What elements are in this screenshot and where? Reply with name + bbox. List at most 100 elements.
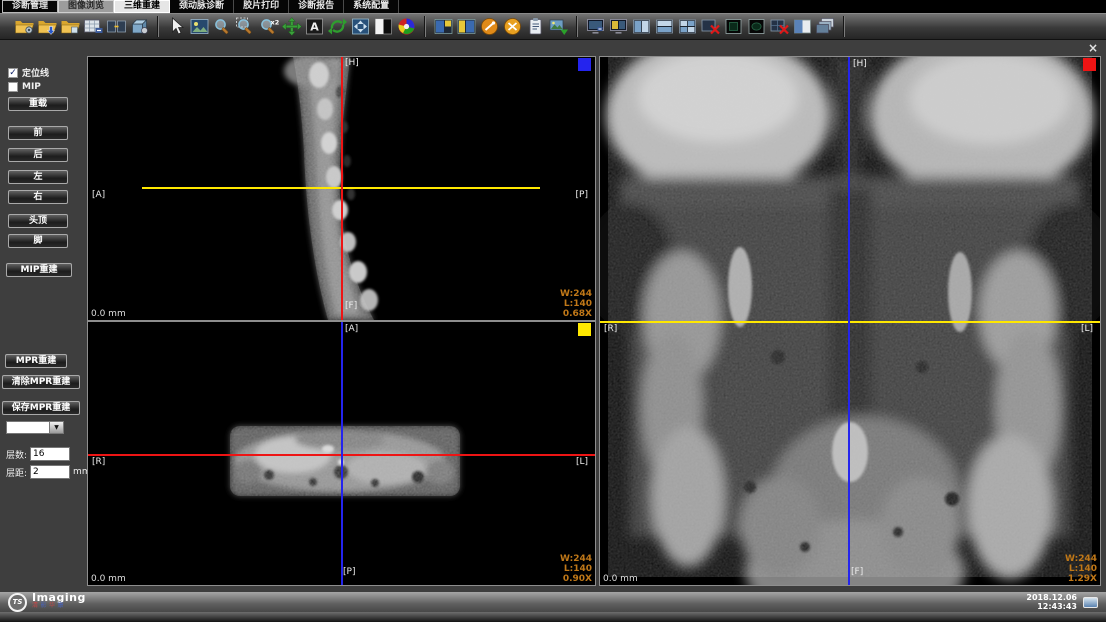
window-width-value: W:244 bbox=[1065, 554, 1097, 564]
menu-tab-3[interactable]: 三维重建 bbox=[114, 0, 170, 13]
window-level-value: L:140 bbox=[560, 299, 592, 309]
axial-viewport[interactable]: [A] [R] [L] [P] 0.0 mm W:244 L:140 0.90X bbox=[87, 321, 596, 586]
mpr-rebuild-button[interactable]: MPR重建 bbox=[5, 354, 67, 368]
layout-half-icon[interactable] bbox=[792, 17, 813, 36]
axial-color-tag bbox=[578, 323, 591, 336]
monitor-single-icon[interactable] bbox=[585, 17, 606, 36]
layout-vertical-icon[interactable] bbox=[631, 17, 652, 36]
mip-checkbox[interactable]: MIP bbox=[8, 82, 41, 92]
toolbar-separator bbox=[576, 16, 578, 37]
window-level-value: L:140 bbox=[560, 564, 592, 574]
open-folder-config-icon[interactable] bbox=[14, 17, 35, 36]
checkbox-box-icon[interactable] bbox=[8, 82, 18, 92]
layout-grid-icon[interactable] bbox=[677, 17, 698, 36]
orientation-marker-bottom: [F] bbox=[851, 567, 863, 577]
toolbar-separator bbox=[843, 16, 845, 37]
menu-tab-7[interactable]: 系统配置 bbox=[344, 0, 399, 13]
bottom-strip bbox=[0, 612, 1106, 622]
export-image-icon[interactable] bbox=[548, 17, 569, 36]
reload-button[interactable]: 重载 bbox=[8, 97, 68, 111]
image-preview-icon[interactable] bbox=[189, 17, 210, 36]
menu-tab-5[interactable]: 胶片打印 bbox=[234, 0, 289, 13]
sagittal-plane-line[interactable] bbox=[341, 322, 343, 585]
measure-tools-icon[interactable] bbox=[479, 17, 500, 36]
worklist-table-icon[interactable] bbox=[83, 17, 104, 36]
spacing-input[interactable] bbox=[30, 465, 70, 479]
spacing-field-row: 层距: mm bbox=[6, 465, 91, 479]
clear-mpr-button[interactable]: 清除MPR重建 bbox=[2, 375, 80, 389]
status-picture-icon[interactable] bbox=[1083, 597, 1098, 608]
window-level-value: L:140 bbox=[1065, 564, 1097, 574]
window-width-value: W:244 bbox=[560, 554, 592, 564]
localization-lines-label: 定位线 bbox=[22, 66, 49, 79]
shape-ellipse-icon[interactable] bbox=[746, 17, 767, 36]
right-button[interactable]: 右 bbox=[8, 190, 68, 204]
svg-text:x2: x2 bbox=[271, 19, 280, 27]
sagittal-plane-line[interactable] bbox=[848, 57, 850, 585]
cursor-icon[interactable] bbox=[166, 17, 187, 36]
annotation-text-icon[interactable]: A bbox=[304, 17, 325, 36]
zoom-x2-icon[interactable]: x2 bbox=[258, 17, 279, 36]
cascade-windows-icon[interactable] bbox=[815, 17, 836, 36]
mip-rebuild-button[interactable]: MIP重建 bbox=[6, 263, 72, 277]
volume-3d-icon[interactable] bbox=[129, 17, 150, 36]
slice-distance-label: 0.0 mm bbox=[91, 574, 126, 584]
clear-layout-icon[interactable] bbox=[769, 17, 790, 36]
save-mpr-button[interactable]: 保存MPR重建 bbox=[2, 401, 80, 415]
menu-tab-2[interactable]: 图像浏览 bbox=[58, 0, 114, 13]
close-series-icon[interactable] bbox=[700, 17, 721, 36]
refresh-icon[interactable] bbox=[327, 17, 348, 36]
dropdown-value bbox=[7, 422, 49, 433]
orientation-marker-left: [R] bbox=[92, 457, 105, 467]
mip-label: MIP bbox=[22, 82, 41, 92]
window-level-readout: W:244 L:140 1.29X bbox=[1065, 554, 1097, 584]
zoom-icon[interactable] bbox=[212, 17, 233, 36]
layout-horizontal-icon[interactable] bbox=[654, 17, 675, 36]
layers-input[interactable] bbox=[30, 447, 70, 461]
front-button[interactable]: 前 bbox=[8, 126, 68, 140]
orientation-marker-right: [L] bbox=[576, 457, 588, 467]
settings-tools-icon[interactable] bbox=[502, 17, 523, 36]
localization-lines-checkbox[interactable]: 定位线 bbox=[8, 66, 49, 79]
report-clipboard-icon[interactable] bbox=[525, 17, 546, 36]
window-width-value: W:244 bbox=[560, 289, 592, 299]
mpr-preset-dropdown[interactable]: ▼ bbox=[6, 421, 64, 434]
slice-distance-label: 0.0 mm bbox=[91, 309, 126, 319]
orientation-marker-bottom: [F] bbox=[345, 301, 357, 311]
foot-button[interactable]: 脚 bbox=[8, 234, 68, 248]
invert-contrast-icon[interactable] bbox=[373, 17, 394, 36]
menu-tab-1[interactable]: 诊断管理 bbox=[2, 0, 58, 13]
coronal-viewport[interactable]: [H] [R] [L] [F] 0.0 mm W:244 L:140 1.29X bbox=[599, 56, 1101, 586]
open-folder-import-icon[interactable] bbox=[37, 17, 58, 36]
layout-preset-icon[interactable] bbox=[433, 17, 454, 36]
toolbar: x2 A bbox=[0, 13, 1106, 40]
chevron-down-icon[interactable]: ▼ bbox=[49, 422, 63, 433]
head-button[interactable]: 头顶 bbox=[8, 214, 68, 228]
window-level-readout: W:244 L:140 0.90X bbox=[560, 554, 592, 584]
menu-tab-4[interactable]: 颈动脉诊断 bbox=[170, 0, 234, 13]
color-palette-icon[interactable] bbox=[396, 17, 417, 36]
fit-to-window-icon[interactable] bbox=[350, 17, 371, 36]
checkbox-box-icon[interactable] bbox=[8, 68, 18, 78]
back-button[interactable]: 后 bbox=[8, 148, 68, 162]
brand-name: Imaging bbox=[32, 594, 86, 602]
zoom-region-icon[interactable] bbox=[235, 17, 256, 36]
shape-rect-icon[interactable] bbox=[723, 17, 744, 36]
menu-tab-6[interactable]: 诊断报告 bbox=[289, 0, 344, 13]
menu-bar: 诊断管理图像浏览三维重建颈动脉诊断胶片打印诊断报告系统配置 bbox=[0, 0, 1106, 13]
coronal-plane-line[interactable] bbox=[341, 57, 343, 320]
layout-preset-alt-icon[interactable] bbox=[456, 17, 477, 36]
compare-views-icon[interactable] bbox=[106, 17, 127, 36]
sagittal-viewport[interactable]: [H] [A] [P] [F] 0.0 mm W:244 L:140 0.68X bbox=[87, 56, 596, 321]
slice-distance-label: 0.0 mm bbox=[603, 574, 638, 584]
open-folder-icon[interactable] bbox=[60, 17, 81, 36]
orientation-marker-right: [L] bbox=[1081, 324, 1093, 334]
orientation-marker-right: [P] bbox=[576, 190, 588, 200]
axial-plane-line[interactable] bbox=[600, 321, 1100, 323]
close-icon[interactable]: × bbox=[1086, 41, 1100, 55]
monitor-split-icon[interactable] bbox=[608, 17, 629, 36]
left-button[interactable]: 左 bbox=[8, 170, 68, 184]
orientation-marker-left: [R] bbox=[604, 324, 617, 334]
brand-logo-icon: TS bbox=[8, 593, 27, 612]
pan-icon[interactable] bbox=[281, 17, 302, 36]
